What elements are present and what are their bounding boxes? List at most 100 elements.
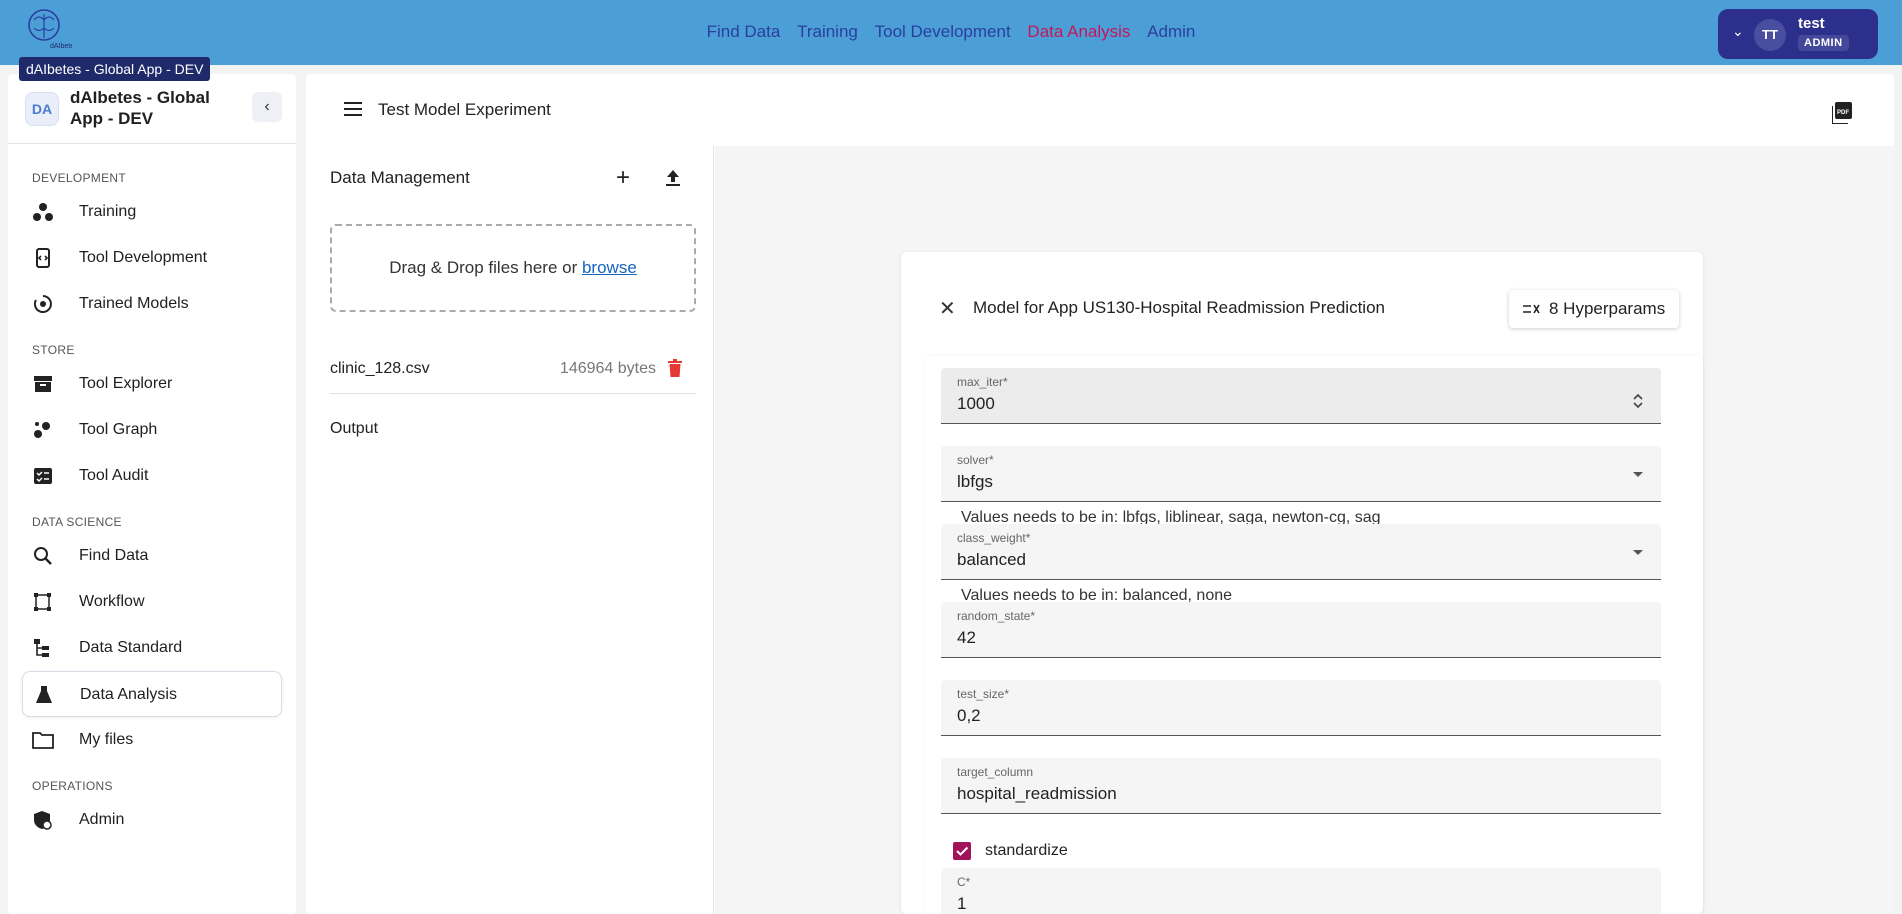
sidebar-item-label: Tool Explorer [79,375,173,392]
field-value: balanced [957,550,1027,569]
field-value: lbfgs [957,472,993,491]
number-stepper-icon[interactable] [1633,392,1643,410]
sidebar: DA dAIbetes - Global App - DEV ‹ DEVELOP… [8,74,296,914]
standardize-label: standardize [985,842,1068,859]
sidebar-item-data-analysis[interactable]: Data Analysis [22,671,282,717]
add-icon[interactable]: + [616,164,630,192]
user-menu[interactable]: ⌄ TT test ADMIN [1718,9,1878,59]
sidebar-item-training[interactable]: Training [22,189,282,235]
tool-development-icon [36,248,50,268]
field-label: target_column [957,765,1034,779]
data-standard-icon [34,639,49,657]
model-card: ✕ Model for App US130-Hospital Readmissi… [901,252,1703,914]
sidebar-title: dAIbetes - Global App - DEV [70,88,210,128]
sidebar-item-trained-models[interactable]: Trained Models [22,281,282,327]
field-max-iter[interactable]: max_iter* 1000 [941,368,1661,424]
field-label: solver* [957,453,994,467]
collapse-sidebar-button[interactable]: ‹ [252,92,282,122]
sidebar-item-admin[interactable]: Admin [22,797,282,843]
main-header: Test Model Experiment PDF [306,74,1894,146]
field-test-size[interactable]: test_size* 0,2 [941,680,1661,736]
file-dropzone[interactable]: Drag & Drop files here or browse [330,224,696,312]
field-label: class_weight* [957,531,1031,545]
topnav-tool-development[interactable]: Tool Development [875,22,1011,41]
filter-icon [1523,304,1540,314]
sidebar-item-tool-development[interactable]: Tool Development [22,235,282,281]
topnav-training[interactable]: Training [797,22,858,41]
app-badge: DA [25,92,59,126]
field-random-state[interactable]: random_state* 42 [941,602,1661,658]
sidebar-item-label: Tool Development [79,249,208,266]
field-value: 42 [957,628,976,647]
sidebar-item-label: My files [79,731,134,748]
file-row[interactable]: clinic_128.csv 146964 bytes [330,346,696,394]
sidebar-item-label: Data Analysis [80,686,177,703]
field-value: hospital_readmission [957,784,1117,803]
browse-link[interactable]: browse [582,258,637,277]
field-label: test_size* [957,687,1010,701]
trained-models-icon [33,295,52,313]
topnav-data-analysis[interactable]: Data Analysis [1027,22,1130,41]
workflow-icon [34,593,51,611]
field-solver[interactable]: solver* lbfgs [941,446,1661,502]
page-title: Test Model Experiment [378,100,551,119]
section-data-science: DATA SCIENCE [32,515,122,529]
user-name: test [1798,15,1825,32]
sidebar-item-label: Admin [79,811,125,828]
upload-icon[interactable] [664,168,682,188]
avatar: TT [1754,19,1786,51]
section-store: STORE [32,343,75,357]
sidebar-item-tool-graph[interactable]: Tool Graph [22,407,282,453]
delete-icon[interactable] [668,359,682,377]
menu-icon[interactable] [344,102,362,116]
dropdown-arrow-icon [1633,550,1643,555]
sidebar-item-label: Find Data [79,547,149,564]
search-icon [34,547,52,565]
field-label: random_state* [957,609,1036,623]
field-value: 1000 [957,394,995,413]
close-icon[interactable]: ✕ [939,296,956,321]
field-label: C* [957,875,971,889]
audit-icon [34,468,52,484]
model-title: Model for App US130-Hospital Readmission… [973,298,1385,317]
sidebar-item-label: Tool Audit [79,467,149,484]
pdf-export-icon[interactable]: PDF [1832,102,1852,124]
field-c[interactable]: C* 1 [941,868,1661,914]
sidebar-item-label: Tool Graph [79,421,158,438]
data-management-title: Data Management [330,168,470,187]
field-target-column[interactable]: target_column hospital_readmission [941,758,1661,814]
sidebar-item-tool-explorer[interactable]: Tool Explorer [22,361,282,407]
field-label: max_iter* [957,375,1008,389]
topnav-admin[interactable]: Admin [1147,22,1195,41]
dropdown-arrow-icon [1633,472,1643,477]
hyperparams-form: max_iter* 1000 solver* lbfgs Values need… [925,356,1703,914]
output-label: Output [330,420,379,437]
section-operations: OPERATIONS [32,779,113,793]
sidebar-item-my-files[interactable]: My files [22,717,282,763]
hyperparams-label: 8 Hyperparams [1549,299,1666,318]
model-pane: ✕ Model for App US130-Hospital Readmissi… [715,146,1894,914]
folder-icon [32,732,54,749]
svg-text:dAIbetes: dAIbetes [50,43,72,50]
standardize-checkbox[interactable] [953,842,971,860]
archive-icon [34,376,52,392]
top-nav: Find Data Training Tool Development Data… [0,22,1902,42]
sidebar-item-label: Trained Models [79,295,189,312]
main-panel: Test Model Experiment PDF Data Managemen… [306,74,1894,914]
sidebar-item-workflow[interactable]: Workflow [22,579,282,625]
section-development: DEVELOPMENT [32,171,126,185]
graph-icon [34,422,50,438]
sidebar-item-tool-audit[interactable]: Tool Audit [22,453,282,499]
field-class-weight[interactable]: class_weight* balanced [941,524,1661,580]
topnav-find-data[interactable]: Find Data [707,22,781,41]
sidebar-item-data-standard[interactable]: Data Standard [22,625,282,671]
chevron-down-icon: ⌄ [1732,23,1744,39]
sidebar-item-find-data[interactable]: Find Data [22,533,282,579]
sidebar-item-label: Workflow [79,593,145,610]
admin-shield-icon [34,811,52,830]
file-size: 146964 bytes [559,360,656,377]
sidebar-item-label: Data Standard [79,639,183,656]
hyperparams-button[interactable]: 8 Hyperparams [1509,290,1679,328]
app-tooltip: dAIbetes - Global App - DEV [19,57,211,81]
file-name: clinic_128.csv [330,360,430,377]
